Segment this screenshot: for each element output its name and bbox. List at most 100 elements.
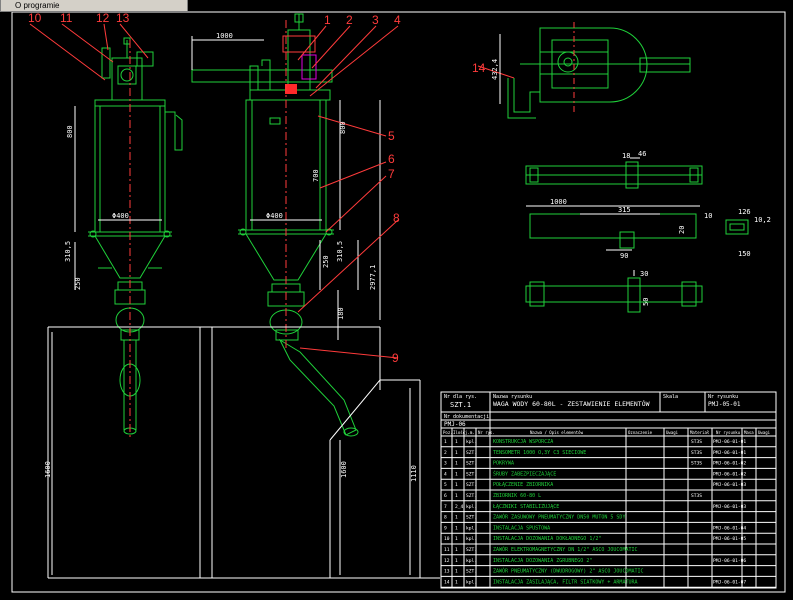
table-cell-unit: kpl. [466,536,477,542]
table-cell-desc: INSTALACJA DOZOWANIA ZGRUBNEGO 2" [493,558,592,564]
table-cell-draw: PMJ-06-01-01 [713,439,746,445]
svg-text:18: 18 [622,152,630,160]
table-cell-unit: SZT. [466,515,477,521]
svg-text:20: 20 [678,226,686,234]
table-cell-pos: 4 [444,471,447,477]
svg-text:126: 126 [738,208,751,216]
table-cell-pos: 13 [444,569,450,575]
svg-text:1110: 1110 [410,465,418,482]
svg-text:250: 250 [322,255,330,268]
svg-text:432,4: 432,4 [491,59,499,80]
table-cell-desc: ZBIORNIK 60-80 L [493,493,541,499]
plan-view: 432,4 [491,22,691,119]
svg-text:800: 800 [339,121,347,134]
table-cell-qty: 1 [455,471,458,477]
table-cell-unit: kpl. [466,558,477,564]
table-cell-pos: 2 [444,450,447,456]
callout-8: 8 [393,211,400,225]
callout-11: 11 [60,11,73,25]
table-cell-pos: 12 [444,558,450,564]
callout-14: 14 [472,61,486,75]
table-cell-pos: 5 [444,482,447,488]
table-cell-draw: PMJ-06-01-01 [713,450,746,456]
table-cell-qty: 1 [455,450,458,456]
callout-2: 2 [346,13,353,27]
table-cell-unit: kpl. [466,439,477,445]
svg-text:PMJ-05-01: PMJ-05-01 [708,401,741,408]
table-header-cell: j.m. [465,430,475,435]
svg-text:310,5: 310,5 [336,241,344,262]
table-cell-mat: ST3S [691,439,702,445]
menu-popup: O programie [0,0,188,12]
table-cell-pos: 7 [444,504,447,510]
svg-text:310,5: 310,5 [64,241,72,262]
svg-text:1000: 1000 [550,198,567,206]
table-cell-qty: 1 [455,579,458,585]
table-cell-unit: kpl. [466,525,477,531]
table-cell-qty: 1 [455,515,458,521]
svg-text:1000: 1000 [216,32,233,40]
table-header-cell: Masa [744,430,754,435]
svg-text:46: 46 [638,150,646,158]
table-cell-desc: ZAWÓR ZASUWOWY PNEUMATYCZNY DN50 MUTON 5… [493,514,625,521]
svg-text:800: 800 [66,125,74,138]
callout-6: 6 [388,152,395,166]
svg-text:Nr dla rys.: Nr dla rys. [444,394,477,400]
table-cell-qty: 2_4 [455,504,464,510]
table-cell-mat: ST3S [691,493,702,499]
table-cell-desc: POŁĄCZENIE ZBIORNIKA [493,482,553,488]
callout-12: 12 [96,11,110,25]
svg-text:SZT.1: SZT.1 [450,401,471,409]
table-cell-pos: 10 [444,536,450,542]
table-cell-pos: 11 [444,547,450,553]
table-cell-desc: ŚRUBY ZABEZPIECZAJĄCE [493,470,556,477]
table-cell-unit: SZT. [466,569,477,575]
table-cell-desc: INSTALACJA ZASILAJĄCA, FILTR SIATKOWY + … [493,579,638,585]
table-cell-qty: 1 [455,547,458,553]
table-cell-pos: 14 [444,579,450,585]
table-cell-draw: PMJ-06-01-02 [713,461,746,467]
svg-text:Nr dokumentacji: Nr dokumentacji [444,414,489,420]
cad-drawing[interactable]: 10 11 12 13 1 2 3 4 5 6 7 8 9 14 800 Φ40… [0,0,793,600]
table-cell-draw: PMJ-06-01-03 [713,504,746,510]
table-cell-draw: PMJ-06-01-04 [713,525,746,531]
table-header-cell: Oznaczenie [628,430,653,435]
table-header-cell: Poz. [443,430,453,435]
table-cell-draw: PMJ-06-01-05 [713,536,746,542]
table-cell-desc: TENSOMETR 1000 O,3Y C3 SIECIOWE [493,450,586,456]
table-cell-pos: 9 [444,525,447,531]
svg-text:Nr rysunku: Nr rysunku [708,394,738,400]
callout-3: 3 [372,13,379,27]
table-cell-desc: ZAWÓR ELEKTROMAGNETYCZNY DN 1/2" ASCO JO… [493,546,638,553]
svg-text:150: 150 [738,250,751,258]
svg-text:90: 90 [620,252,628,260]
table-cell-qty: 1 [455,569,458,575]
callout-13: 13 [116,11,130,25]
svg-text:Skala: Skala [663,394,678,400]
svg-text:10: 10 [704,212,712,220]
table-header-cell: Nr rysunku [716,430,741,435]
table-cell-unit: SZT. [466,471,477,477]
table-cell-draw: PMJ-06-01-03 [713,482,746,488]
table-cell-unit: SZT. [466,461,477,467]
table-cell-qty: 1 [455,558,458,564]
table-cell-unit: SZT. [466,493,477,499]
table-cell-desc: POKRYWA [493,461,514,467]
callout-5: 5 [388,129,395,143]
svg-text:50: 50 [642,298,650,306]
table-cell-unit: SZT. [466,482,477,488]
table-header-cell: Nr rys. [478,430,495,435]
callout-leaders [29,23,515,359]
table-cell-mat: ST3S [691,461,702,467]
svg-text:PMJ-06: PMJ-06 [444,421,466,428]
table-header-cell: Uwagi [758,430,771,435]
callout-7: 7 [388,167,395,181]
svg-text:Φ400: Φ400 [266,212,283,220]
table-header-cell: Nazwa / Opis elementów [530,430,584,435]
table-cell-desc: ŁĄCZNIKI STABILIZUJĄCE [492,504,559,510]
callout-1: 1 [324,13,331,27]
table-cell-unit: kpl. [466,579,477,585]
bar-views: 18 46 1000 315 10 20 90 126 150 10,2 30 … [525,150,771,313]
menu-item-about[interactable]: O programie [1,0,189,11]
svg-text:10,2: 10,2 [754,216,771,224]
